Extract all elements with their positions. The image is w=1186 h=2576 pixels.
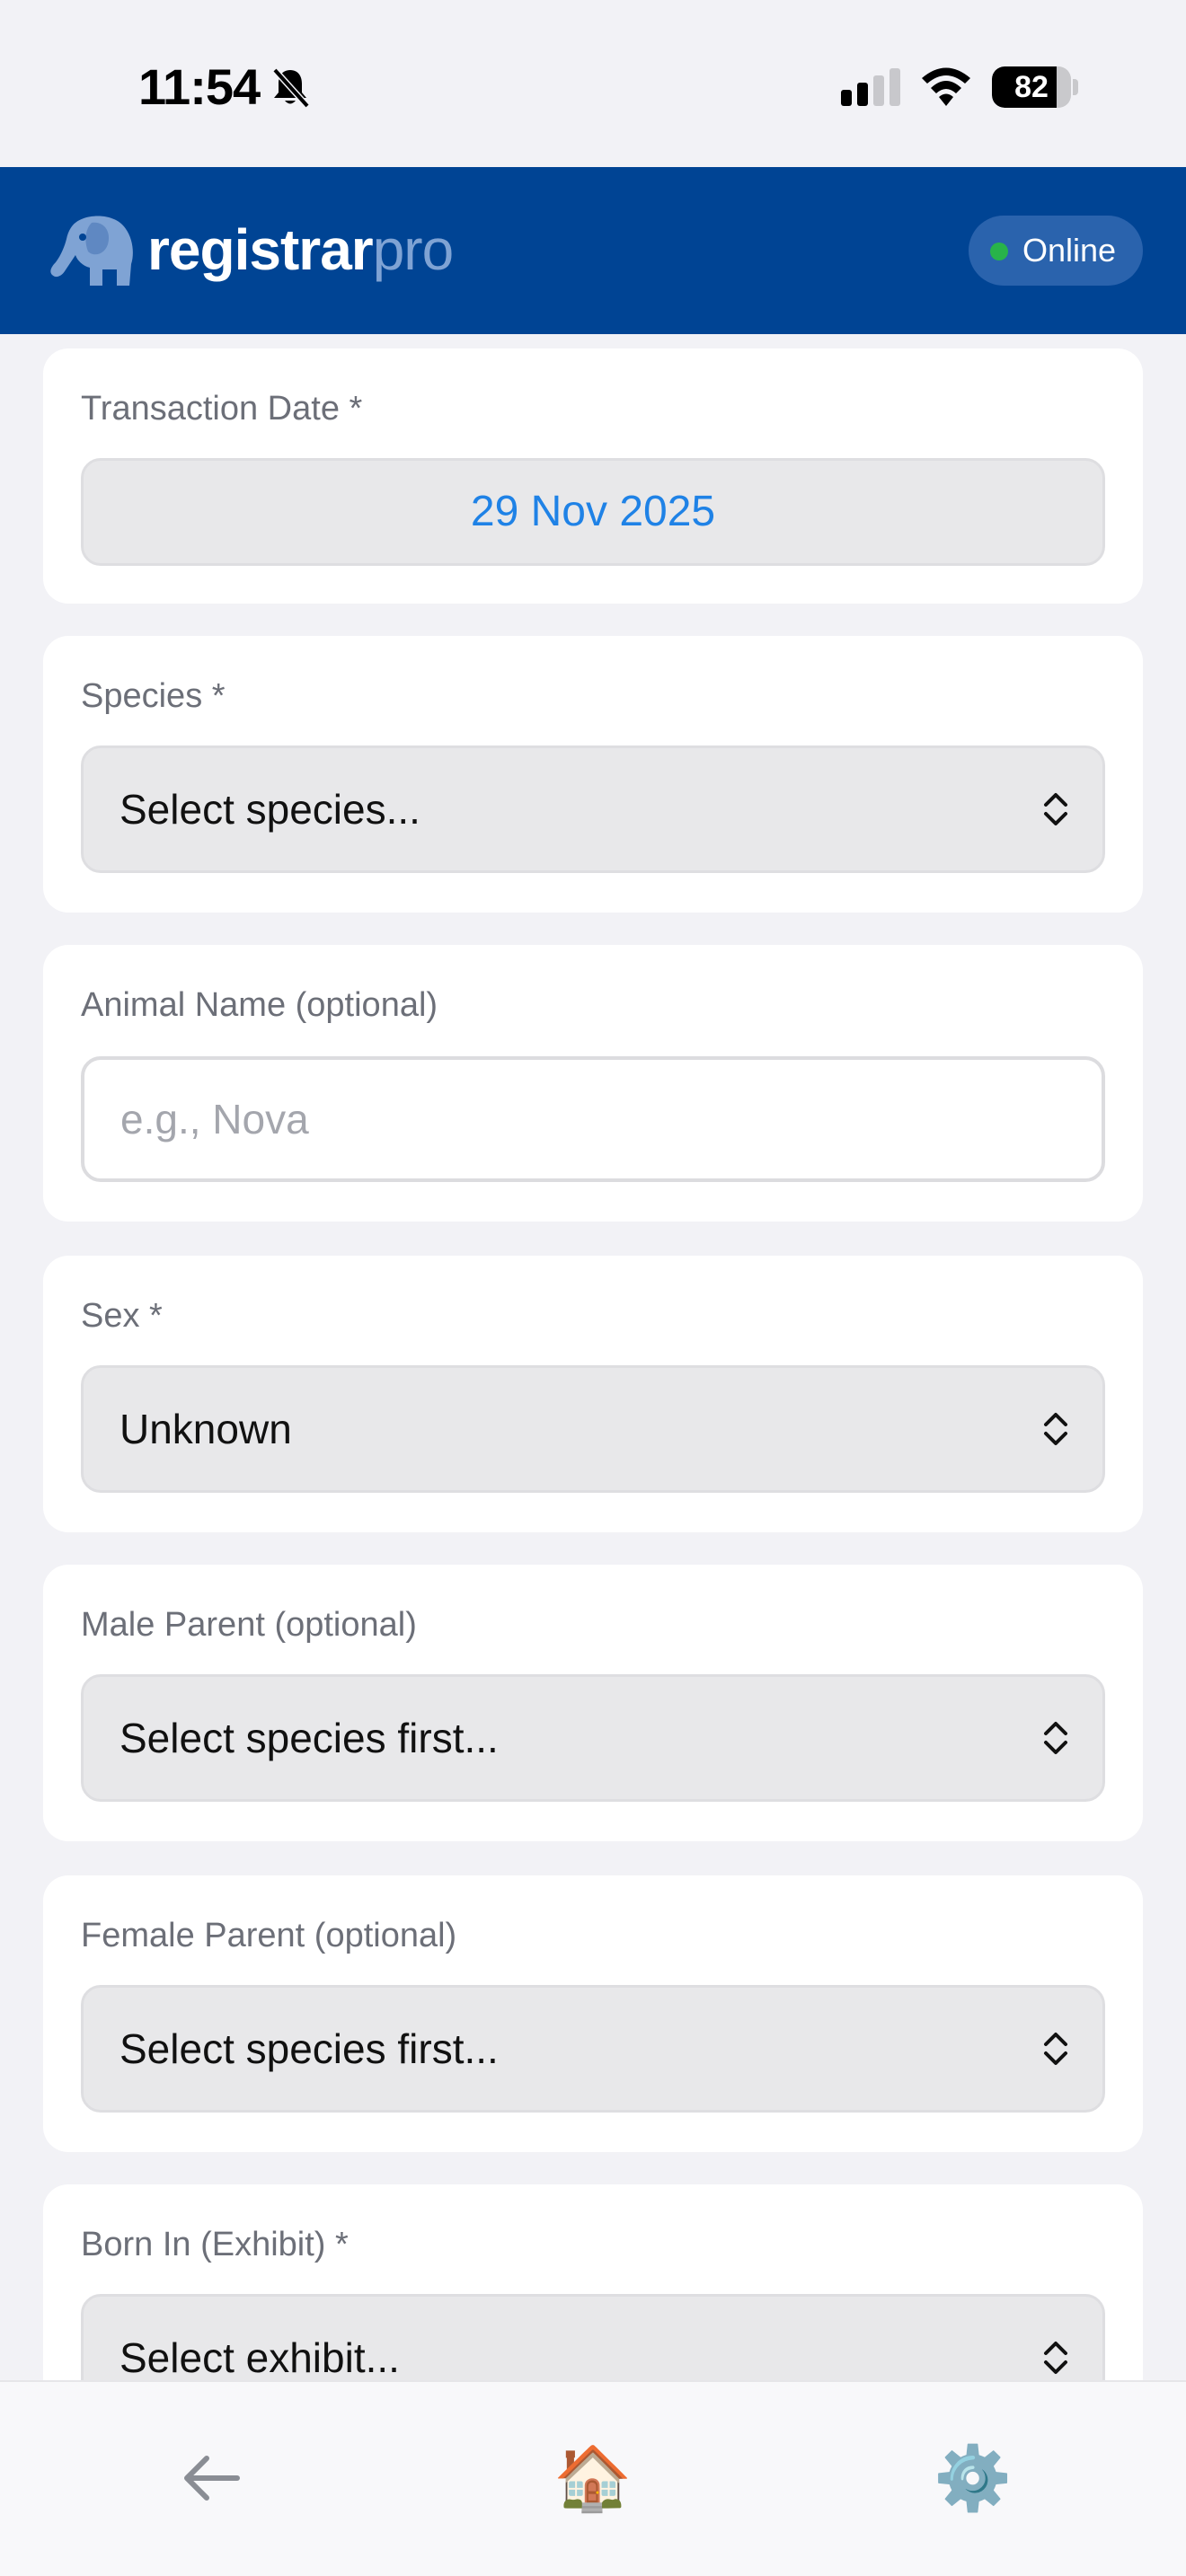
brand-name: registrar	[147, 217, 374, 282]
arrow-left-icon	[184, 2456, 240, 2501]
gear-icon: ⚙️	[934, 2443, 1013, 2513]
male-parent-select-value: Select species first...	[119, 1715, 499, 1761]
chevron-up-down-icon	[1044, 793, 1067, 825]
wifi-icon	[922, 67, 970, 106]
transaction-date-picker[interactable]: 29 Nov 2025	[81, 458, 1105, 566]
back-button[interactable]	[162, 2429, 261, 2527]
species-select[interactable]: Select species...	[81, 745, 1105, 873]
sex-select[interactable]: Unknown	[81, 1365, 1105, 1493]
female-parent-select-value: Select species first...	[119, 2025, 499, 2072]
home-icon: 🏠	[553, 2443, 633, 2513]
animal-name-placeholder: e.g., Nova	[120, 1096, 309, 1142]
chevron-up-down-icon	[1044, 1722, 1067, 1754]
status-time: 11:54	[138, 58, 261, 115]
status-bar: 11:54 82	[0, 0, 1186, 167]
app-header: registrarpro Online	[0, 167, 1186, 334]
animal-name-label: Animal Name (optional)	[81, 986, 438, 1024]
animal-name-card: Animal Name (optional) e.g., Nova	[43, 945, 1143, 1222]
home-button[interactable]: 🏠	[544, 2429, 642, 2527]
online-status-label: Online	[1022, 232, 1117, 269]
species-card: Species * Select species...	[43, 636, 1143, 913]
elephant-logo-icon	[50, 216, 133, 286]
male-parent-select[interactable]: Select species first...	[81, 1674, 1105, 1802]
transaction-date-card: Transaction Date * 29 Nov 2025	[43, 348, 1143, 604]
cellular-signal-icon	[841, 68, 900, 106]
male-parent-card: Male Parent (optional) Select species fi…	[43, 1565, 1143, 1841]
sex-label: Sex *	[81, 1297, 163, 1335]
brand-suffix: pro	[372, 217, 454, 282]
female-parent-label: Female Parent (optional)	[81, 1917, 457, 1954]
battery-level: 82	[1014, 70, 1049, 104]
online-dot-icon	[990, 243, 1008, 260]
sex-card: Sex * Unknown	[43, 1256, 1143, 1532]
animal-name-input[interactable]: e.g., Nova	[81, 1056, 1105, 1182]
chevron-up-down-icon	[1044, 2342, 1067, 2374]
bottom-nav: 🏠 ⚙️	[0, 2380, 1186, 2576]
species-select-value: Select species...	[119, 786, 420, 833]
settings-button[interactable]: ⚙️	[924, 2429, 1022, 2527]
online-status-badge: Online	[969, 216, 1143, 286]
page: 11:54 82 registrarpro Online Transaction…	[0, 0, 1186, 2576]
transaction-date-value: 29 Nov 2025	[470, 488, 716, 535]
transaction-date-label: Transaction Date *	[81, 390, 363, 428]
species-label: Species *	[81, 677, 226, 715]
battery-indicator: 82	[992, 66, 1078, 108]
bell-muted-icon	[272, 67, 310, 109]
chevron-up-down-icon	[1044, 1413, 1067, 1445]
female-parent-card: Female Parent (optional) Select species …	[43, 1875, 1143, 2152]
sex-select-value: Unknown	[119, 1406, 292, 1452]
male-parent-label: Male Parent (optional)	[81, 1606, 417, 1644]
brand-logo: registrarpro	[147, 217, 454, 282]
chevron-up-down-icon	[1044, 2033, 1067, 2065]
female-parent-select[interactable]: Select species first...	[81, 1985, 1105, 2113]
born-in-label: Born In (Exhibit) *	[81, 2226, 349, 2263]
